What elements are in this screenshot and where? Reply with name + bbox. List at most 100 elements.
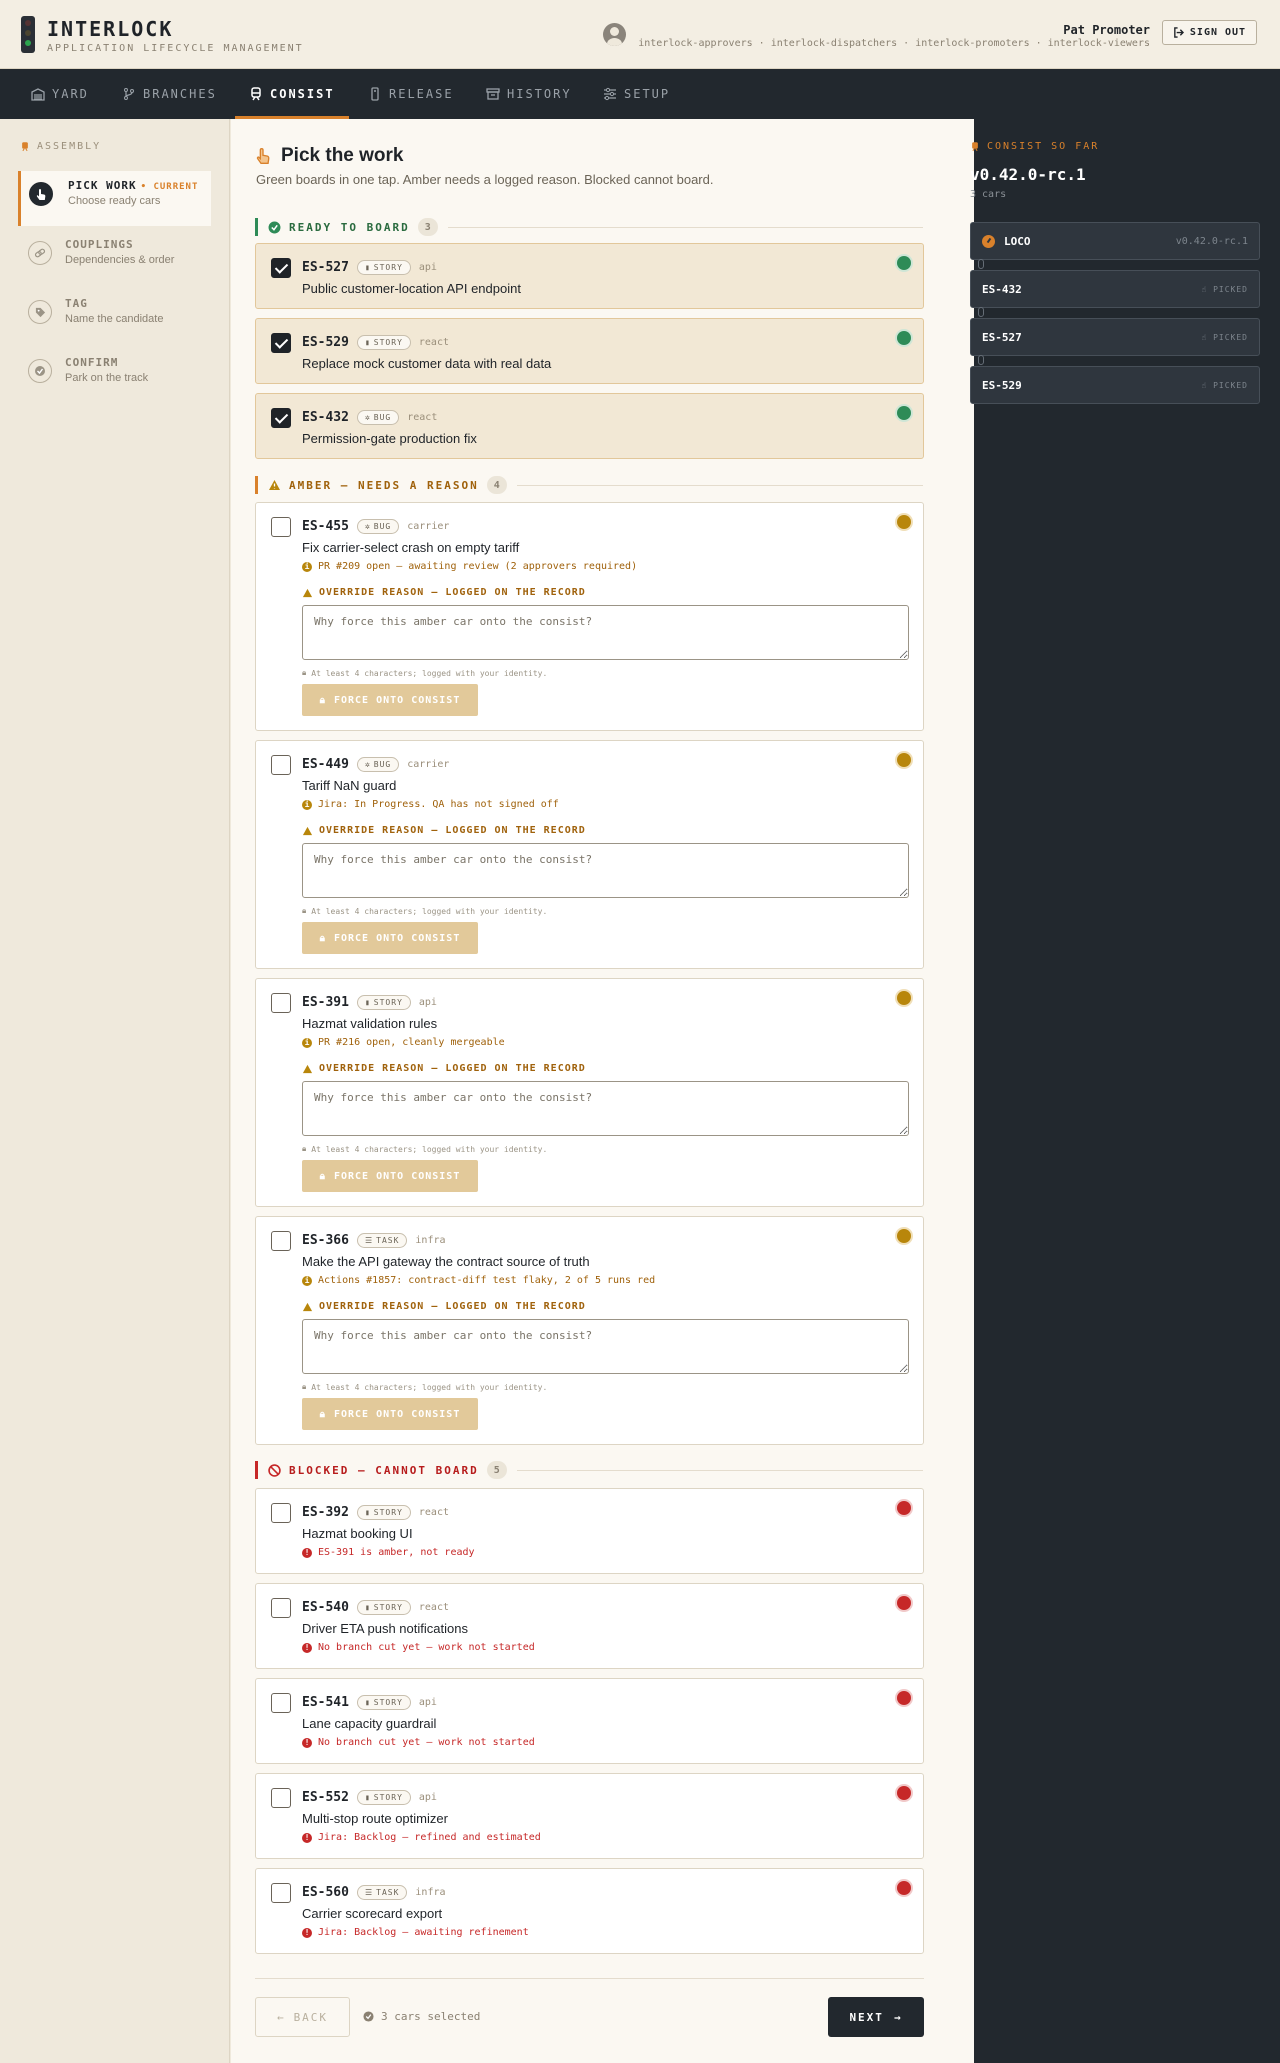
amber-card-es-391[interactable]: ES-391 ▮ STORY api Hazmat validation rules … <box>255 978 924 1207</box>
card-id: ES-527 <box>302 260 349 275</box>
override-hint-text: At least 4 characters; logged with your … <box>311 1144 548 1154</box>
step-confirm[interactable]: CONFIRM Park on the track <box>18 348 211 403</box>
tab-setup-label: SETUP <box>624 87 671 101</box>
tab-yard-label: YARD <box>52 87 89 101</box>
blocked-card-es-392[interactable]: ES-392 ▮ STORY react Hazmat booking UI ! ES-… <box>255 1488 924 1574</box>
status-light-red <box>897 1691 911 1705</box>
alert-icon: ! <box>302 1927 312 1938</box>
blocked-card-es-560[interactable]: ES-560 ☰ TASK infra Carrier scorecard expor… <box>255 1868 924 1954</box>
amber-card-es-366[interactable]: ES-366 ☰ TASK infra Make the API gateway th… <box>255 1216 924 1445</box>
bug-icon: ✲ <box>364 522 371 531</box>
card-id: ES-449 <box>302 757 349 772</box>
override-reason-input[interactable] <box>302 1319 909 1374</box>
override-label-text: OVERRIDE REASON — LOGGED ON THE RECORD <box>319 825 586 836</box>
select-checkbox[interactable] <box>271 1693 291 1713</box>
rail-car-id: ES-432 <box>982 282 1022 296</box>
select-checkbox[interactable] <box>271 517 291 537</box>
section-amber-count: 4 <box>486 476 507 494</box>
step-tag[interactable]: TAG Name the candidate <box>18 289 211 344</box>
step-pick-work-title: PICK WORK <box>68 179 137 192</box>
warning-icon <box>302 1302 313 1311</box>
force-onto-consist-button[interactable]: 🔒︎ FORCE ONTO CONSIST <box>302 684 478 716</box>
card-title: Replace mock customer data with real dat… <box>302 356 552 371</box>
step-couplings-title: COUPLINGS <box>65 238 134 251</box>
card-id: ES-455 <box>302 519 349 534</box>
card-id: ES-392 <box>302 1505 349 1520</box>
select-checkbox[interactable] <box>271 1503 291 1523</box>
rail-car-es-432[interactable]: ES-432 ☝︎ PICKED <box>970 270 1260 308</box>
rail-title: CONSIST SO FAR <box>970 141 1099 152</box>
status-light-green <box>897 256 911 270</box>
rail-car-es-529[interactable]: ES-529 ☝︎ PICKED <box>970 366 1260 404</box>
rail-car-id: ES-527 <box>982 330 1022 344</box>
select-checkbox[interactable] <box>271 755 291 775</box>
override-hint-text: At least 4 characters; logged with your … <box>311 668 548 678</box>
ready-card-es-527[interactable]: ES-527 ▮ STORY api Public customer-location… <box>255 243 924 309</box>
sidebar-title-label: ASSEMBLY <box>37 141 102 152</box>
type-badge-label: TASK <box>376 1236 400 1245</box>
amber-reason-text: PR #216 open, cleanly mergeable <box>318 1037 505 1048</box>
override-reason-input[interactable] <box>302 843 909 898</box>
avatar <box>603 23 626 46</box>
step-pick-work[interactable]: PICK WORK • CURRENT Choose ready cars <box>18 171 211 226</box>
ready-card-es-432[interactable]: ES-432 ✲ BUG react Permission-gate producti… <box>255 393 924 459</box>
blocked-reason: ! ES-391 is amber, not ready <box>302 1547 475 1558</box>
rail-car-es-527[interactable]: ES-527 ☝︎ PICKED <box>970 318 1260 356</box>
blocked-reason-text: Jira: Backlog — refined and estimated <box>318 1832 541 1843</box>
tab-yard[interactable]: YARD <box>31 69 89 119</box>
selection-count: 3 cars selected <box>363 2010 480 2023</box>
tab-setup[interactable]: SETUP <box>603 69 670 119</box>
tab-release[interactable]: RELEASE <box>368 69 454 119</box>
branch-icon <box>124 88 134 100</box>
override-hint-text: At least 4 characters; logged with your … <box>311 1382 548 1392</box>
blocked-card-es-540[interactable]: ES-540 ▮ STORY react Driver ETA push notifi… <box>255 1583 924 1669</box>
force-onto-consist-button[interactable]: 🔒︎ FORCE ONTO CONSIST <box>302 1160 478 1192</box>
type-badge-label: BUG <box>373 760 392 769</box>
select-checkbox[interactable] <box>271 1598 291 1618</box>
select-checkbox[interactable] <box>271 408 291 428</box>
page-subtitle: Green boards in one tap. Amber needs a l… <box>256 172 714 187</box>
tab-history-label: HISTORY <box>507 87 572 101</box>
back-button[interactable]: ← BACK <box>255 1997 350 2037</box>
tab-consist[interactable]: CONSIST <box>235 69 349 119</box>
force-onto-consist-button[interactable]: 🔒︎ FORCE ONTO CONSIST <box>302 922 478 954</box>
override-hint: 🔒︎ At least 4 characters; logged with you… <box>302 906 547 916</box>
amber-card-es-449[interactable]: ES-449 ✲ BUG carrier Tariff NaN guard i Jira… <box>255 740 924 969</box>
amber-card-es-455[interactable]: ES-455 ✲ BUG carrier Fix carrier-select cra… <box>255 502 924 731</box>
step-tag-title: TAG <box>65 297 88 310</box>
train-icon <box>251 87 261 101</box>
blocked-card-es-552[interactable]: ES-552 ▮ STORY api Multi-stop route optimiz… <box>255 1773 924 1859</box>
tab-history[interactable]: HISTORY <box>486 69 572 119</box>
tab-branches[interactable]: BRANCHES <box>122 69 217 119</box>
override-reason-input[interactable] <box>302 1081 909 1136</box>
section-ready-count: 3 <box>417 218 438 236</box>
force-onto-consist-button[interactable]: 🔒︎ FORCE ONTO CONSIST <box>302 1398 478 1430</box>
blocked-reason: ! No branch cut yet — work not started <box>302 1642 535 1653</box>
step-couplings[interactable]: COUPLINGS Dependencies & order <box>18 230 211 285</box>
type-badge: ✲ BUG <box>356 410 400 425</box>
component-label: api <box>418 1697 437 1708</box>
override-label: OVERRIDE REASON — LOGGED ON THE RECORD <box>302 1063 586 1074</box>
select-checkbox[interactable] <box>271 258 291 278</box>
section-ready-label: READY TO BOARD <box>289 220 410 234</box>
override-label-text: OVERRIDE REASON — LOGGED ON THE RECORD <box>319 1301 586 1312</box>
train-icon <box>972 142 978 152</box>
select-checkbox[interactable] <box>271 993 291 1013</box>
override-reason-input[interactable] <box>302 605 909 660</box>
card-id: ES-391 <box>302 995 349 1010</box>
card-title: Multi-stop route optimizer <box>302 1811 448 1826</box>
force-label: FORCE ONTO CONSIST <box>333 1408 461 1420</box>
ready-card-es-529[interactable]: ES-529 ▮ STORY react Replace mock customer … <box>255 318 924 384</box>
next-button[interactable]: NEXT → <box>828 1997 924 2037</box>
tab-consist-label: CONSIST <box>270 87 335 101</box>
card-title: Driver ETA push notifications <box>302 1621 468 1636</box>
picked-status: ☝︎ PICKED <box>1201 333 1248 342</box>
select-checkbox[interactable] <box>271 1883 291 1903</box>
blocked-card-es-541[interactable]: ES-541 ▮ STORY api Lane capacity guardrail … <box>255 1678 924 1764</box>
select-checkbox[interactable] <box>271 1788 291 1808</box>
sign-out-button[interactable]: SIGN OUT <box>1162 20 1257 45</box>
amber-reason: i PR #216 open, cleanly mergeable <box>302 1037 505 1048</box>
component-label: api <box>418 262 437 273</box>
select-checkbox[interactable] <box>271 333 291 353</box>
select-checkbox[interactable] <box>271 1231 291 1251</box>
